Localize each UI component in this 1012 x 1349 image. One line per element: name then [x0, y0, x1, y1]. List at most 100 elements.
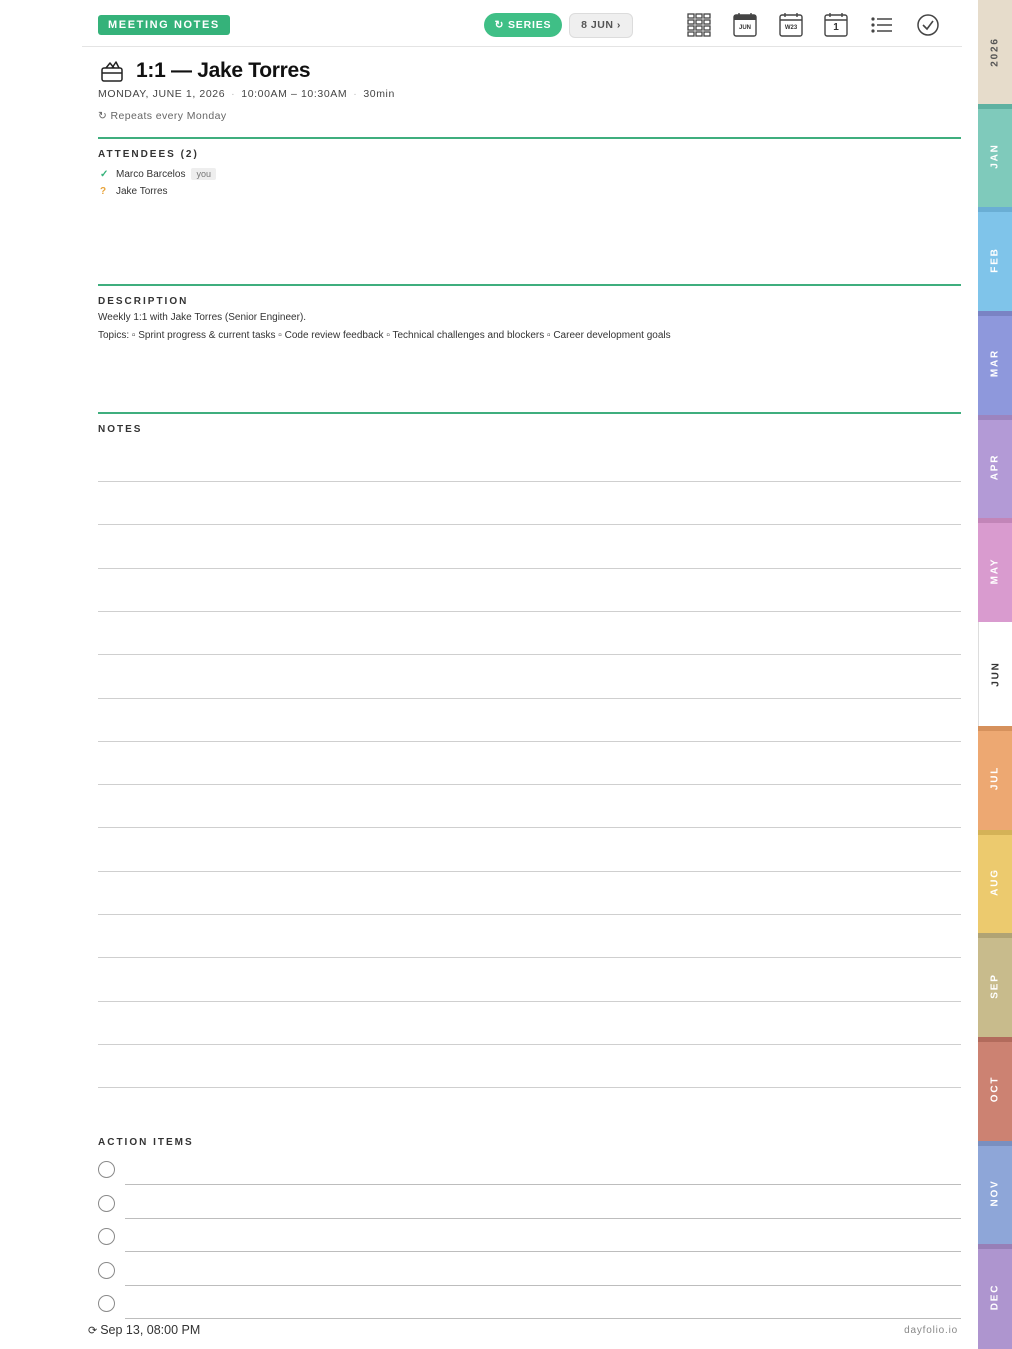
- note-line[interactable]: [98, 697, 961, 699]
- note-line[interactable]: [98, 1043, 961, 1045]
- tab-2026[interactable]: 2026: [978, 0, 1012, 105]
- action-items-label: ACTION ITEMS: [98, 1137, 194, 1148]
- tab-label: NOV: [989, 1179, 1001, 1207]
- action-item-checkbox[interactable]: [98, 1295, 115, 1313]
- tab-label: JAN: [989, 143, 1001, 169]
- tab-apr[interactable]: APR: [978, 414, 1012, 520]
- top-bar: MEETING NOTES ↻ SERIES 8 JUN › JUN W23 1: [82, 0, 962, 47]
- note-line[interactable]: [98, 654, 961, 656]
- section-divider: [98, 284, 961, 286]
- tab-label: FEB: [989, 247, 1001, 273]
- tab-edge: [978, 829, 1012, 835]
- meeting-duration: 30min: [363, 88, 395, 100]
- tab-dec[interactable]: DEC: [978, 1244, 1012, 1349]
- action-item-checkbox[interactable]: [98, 1161, 115, 1178]
- tab-edge: [978, 207, 1012, 213]
- action-item-line[interactable]: [125, 1318, 961, 1320]
- tab-edge: [978, 414, 1012, 420]
- action-item-line[interactable]: [125, 1284, 961, 1286]
- check-circle-icon[interactable]: [914, 11, 942, 39]
- you-tag: you: [191, 168, 216, 180]
- note-line[interactable]: [98, 1087, 961, 1089]
- planner-page: MEETING NOTES ↻ SERIES 8 JUN › JUN W23 1…: [82, 0, 978, 1348]
- accepted-check-icon: ✓: [100, 169, 109, 180]
- attendee-row[interactable]: ✓ Marco Barcelos you: [100, 168, 216, 180]
- description-line: Weekly 1:1 with Jake Torres (Senior Engi…: [98, 312, 307, 323]
- tab-nov[interactable]: NOV: [978, 1140, 1012, 1246]
- tab-feb[interactable]: FEB: [978, 207, 1012, 313]
- meeting-notes-badge: MEETING NOTES: [98, 15, 230, 35]
- note-line[interactable]: [98, 481, 961, 482]
- brand-link[interactable]: dayfolio.io: [904, 1325, 958, 1336]
- tab-label: SEP: [989, 972, 1001, 999]
- tab-label: AUG: [989, 868, 1001, 896]
- sync-time: Sep 13, 08:00 PM: [100, 1323, 201, 1337]
- tab-jul[interactable]: JUL: [978, 725, 1012, 831]
- note-line[interactable]: [98, 827, 961, 829]
- month-icon-text: JUN: [738, 25, 751, 31]
- note-line[interactable]: [98, 567, 961, 569]
- note-line[interactable]: [98, 740, 961, 742]
- tab-aug[interactable]: AUG: [978, 829, 1012, 935]
- section-divider: [98, 412, 961, 414]
- tab-label: JUN: [990, 661, 1001, 688]
- description-topics: Topics: ▫ Sprint progress & current task…: [98, 330, 671, 341]
- meeting-date: MONDAY, JUNE 1, 2026: [98, 88, 226, 100]
- pending-question-icon: ?: [100, 186, 107, 197]
- tab-sep[interactable]: SEP: [978, 933, 1012, 1038]
- tab-edge: [978, 311, 1012, 317]
- action-item-checkbox[interactable]: [98, 1194, 115, 1212]
- meeting-time: 10:00AM – 10:30AM: [241, 88, 348, 100]
- tab-label: DEC: [989, 1283, 1001, 1310]
- tab-edge: [978, 1036, 1012, 1042]
- tab-mar[interactable]: MAR: [978, 311, 1012, 416]
- note-line[interactable]: [98, 784, 961, 786]
- tab-edge: [978, 1244, 1012, 1250]
- tab-label: JUL: [989, 766, 1001, 791]
- tab-edge: [978, 103, 1012, 109]
- week-icon-text: W23: [784, 25, 798, 31]
- action-item-line[interactable]: [125, 1251, 961, 1253]
- week-calendar-icon[interactable]: W23: [777, 11, 805, 39]
- tab-edge: [978, 933, 1012, 939]
- tab-edge: [978, 725, 1012, 731]
- repeat-rule: ↻ Repeats every Monday: [98, 110, 227, 122]
- series-button[interactable]: ↻ SERIES: [484, 13, 562, 37]
- tab-edge: [978, 1140, 1012, 1146]
- tab-jan[interactable]: JAN: [978, 103, 1012, 209]
- note-line[interactable]: [98, 914, 961, 915]
- section-divider: [98, 137, 961, 139]
- tab-may[interactable]: MAY: [978, 518, 1012, 624]
- note-line[interactable]: [98, 1000, 961, 1002]
- note-line[interactable]: [98, 610, 961, 612]
- tab-oct[interactable]: OCT: [978, 1036, 1012, 1142]
- action-item-checkbox[interactable]: [98, 1261, 115, 1279]
- tab-label: MAR: [989, 349, 1001, 378]
- next-occurrence-button[interactable]: 8 JUN ›: [569, 13, 633, 38]
- sync-status: ⟳ Sep 13, 08:00 PM: [88, 1323, 200, 1337]
- tab-jun[interactable]: JUN: [978, 622, 1012, 727]
- action-item-line[interactable]: [125, 1184, 961, 1185]
- notes-label: NOTES: [98, 424, 143, 435]
- action-item-line[interactable]: [125, 1217, 961, 1219]
- action-item-checkbox[interactable]: [98, 1228, 115, 1246]
- attendee-name: Marco Barcelos: [116, 169, 186, 180]
- month-calendar-icon[interactable]: JUN: [731, 11, 759, 39]
- day-calendar-icon[interactable]: 1: [822, 11, 850, 39]
- meeting-meta: MONDAY, JUNE 1, 2026 · 10:00AM – 10:30AM · 3…: [98, 88, 395, 100]
- attendees-label: ATTENDEES (2): [98, 149, 199, 160]
- year-grid-icon[interactable]: [685, 11, 713, 39]
- list-icon[interactable]: [868, 11, 896, 39]
- attendee-row[interactable]: ? Jake Torres: [100, 186, 168, 197]
- tab-edge: [978, 518, 1012, 524]
- tab-label: OCT: [989, 1076, 1001, 1103]
- note-line[interactable]: [98, 870, 961, 872]
- note-line[interactable]: [98, 957, 961, 959]
- note-line[interactable]: [98, 524, 961, 526]
- tab-label: APR: [989, 453, 1001, 481]
- attendee-name: Jake Torres: [116, 186, 168, 197]
- meeting-title: 1:1 — Jake Torres: [136, 59, 311, 82]
- month-tabs: 2026 JAN FEB MAR APR MAY JUN JUL AUG SEP OCT NOV DEC: [978, 0, 1012, 1349]
- tab-label: 2026: [989, 37, 1001, 68]
- description-label: DESCRIPTION: [98, 296, 189, 307]
